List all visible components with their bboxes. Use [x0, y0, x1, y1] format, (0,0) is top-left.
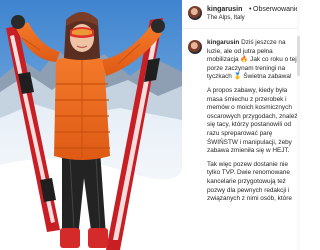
glove-right: [151, 19, 165, 33]
caption-paragraph-1: kingarusin Dziś jeszcze na luzie, ale od…: [207, 39, 300, 82]
skier-photo: [0, 0, 182, 250]
avatar[interactable]: [188, 6, 202, 20]
post-header: kingarusin • Obserwowanie The Alps, Ital…: [182, 0, 300, 29]
caption-username[interactable]: kingarusin: [207, 39, 239, 46]
header-username[interactable]: kingarusin: [207, 6, 242, 13]
scrollbar-thumb[interactable]: [297, 36, 300, 76]
header-separator: •: [249, 6, 252, 13]
glove-left: [11, 15, 25, 29]
post-caption: kingarusin Dziś jeszcze na luzie, ale od…: [207, 39, 300, 250]
post-photo[interactable]: [0, 0, 182, 250]
caption-paragraph-3: Tak więc pozew dostanie nie tylko TVP. D…: [207, 160, 292, 203]
post-location[interactable]: The Alps, Italy: [207, 15, 245, 21]
boot-left: [60, 228, 80, 248]
instagram-post-view: kingarusin • Obserwowanie The Alps, Ital…: [0, 0, 300, 250]
caption-avatar[interactable]: [188, 40, 202, 54]
post-side-panel: kingarusin • Obserwowanie The Alps, Ital…: [182, 0, 300, 250]
skier-head: [64, 12, 100, 60]
follow-status-button[interactable]: Obserwowanie: [253, 6, 299, 13]
caption-paragraph-2: A propos zabawy, kiedy była masa śmiechu…: [207, 86, 300, 155]
boot-right: [88, 228, 108, 248]
